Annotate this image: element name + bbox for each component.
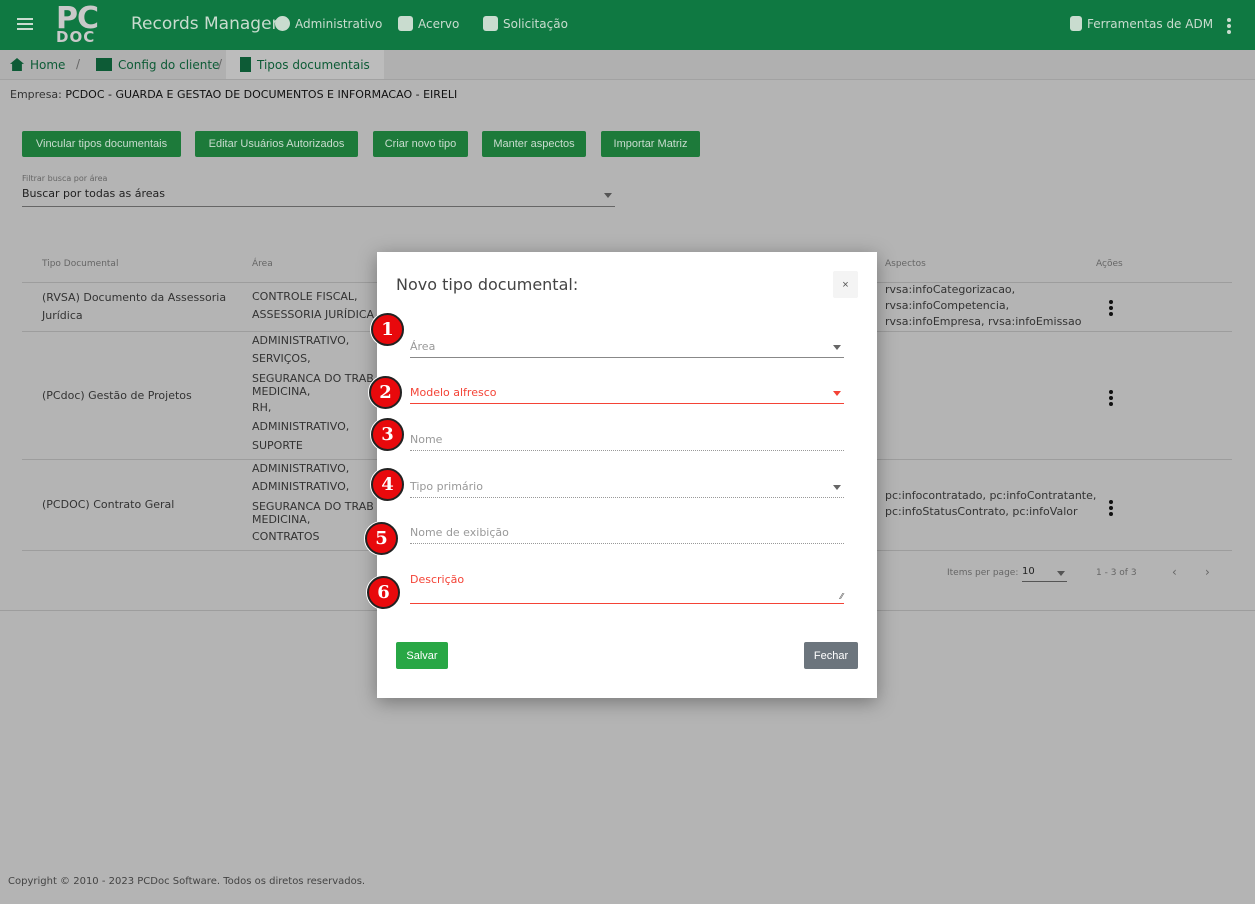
nome-input[interactable]: Nome — [410, 424, 844, 451]
app-title: Records Manager — [131, 14, 279, 34]
importar-matriz-button[interactable]: Importar Matriz — [601, 131, 700, 157]
row-actions-icon[interactable] — [1109, 300, 1113, 318]
resize-handle-icon[interactable]: ⁄⁄ — [840, 592, 843, 601]
row-actions-icon[interactable] — [1109, 390, 1113, 408]
top-bar: PC DOC Records Manager Administrativo Ace… — [0, 0, 1255, 50]
area-select[interactable]: Área — [410, 332, 844, 358]
folder-add-icon — [96, 58, 112, 71]
editar-usuarios-button[interactable]: Editar Usuários Autorizados — [195, 131, 358, 157]
close-button[interactable]: Fechar — [804, 642, 858, 669]
items-per-page-label: Items per page: — [947, 568, 1019, 578]
column-header-area[interactable]: Área — [252, 259, 273, 269]
dropdown-arrow-icon — [833, 345, 841, 350]
logo: PC DOC — [56, 1, 99, 46]
dropdown-arrow-icon — [833, 391, 841, 396]
new-document-type-dialog: Novo tipo documental: × Área Modelo alfr… — [377, 252, 877, 698]
nome-exibicao-input[interactable]: Nome de exibição — [410, 517, 844, 544]
step-badge-1: 1 — [371, 313, 404, 346]
breadcrumb-separator: / — [218, 57, 223, 71]
breadcrumb-separator: / — [76, 57, 81, 71]
dialog-title: Novo tipo documental: — [396, 275, 579, 294]
tipo-primario-select[interactable]: Tipo primário — [410, 470, 844, 498]
nav-solicitacao[interactable]: Solicitação — [483, 16, 568, 31]
next-page-icon[interactable]: › — [1205, 565, 1210, 579]
step-badge-2: 2 — [369, 376, 402, 409]
lock-icon — [1070, 16, 1082, 31]
empresa-info: Empresa: PCDOC - GUARDA E GESTAO DE DOCU… — [10, 88, 458, 101]
gear-icon — [275, 16, 290, 31]
more-vert-icon[interactable] — [1227, 18, 1231, 36]
previous-page-icon[interactable]: ‹ — [1172, 565, 1177, 579]
breadcrumb-config[interactable]: Config do cliente — [96, 50, 219, 79]
breadcrumb: Home / Config do cliente / Tipos documen… — [0, 50, 1255, 80]
menu-icon[interactable] — [17, 18, 33, 30]
cell-area: ADMINISTRATIVO, SERVIÇOS, SEGURANCA DO T… — [252, 334, 374, 452]
close-icon[interactable]: × — [833, 271, 858, 298]
save-button[interactable]: Salvar — [396, 642, 448, 669]
column-header-acoes: Ações — [1096, 259, 1123, 269]
breadcrumb-home[interactable]: Home — [10, 50, 65, 79]
breadcrumb-tipos[interactable]: Tipos documentais — [226, 50, 384, 79]
cell-aspectos: rvsa:infoCategorizacao, rvsa:infoCompete… — [885, 283, 1082, 328]
step-badge-6: 6 — [367, 576, 400, 609]
dropdown-arrow-icon — [1057, 571, 1065, 576]
cell-tipo: (PCdoc) Gestão de Projetos — [42, 389, 192, 402]
items-per-page-select[interactable]: 10 — [1022, 566, 1067, 582]
dropdown-arrow-icon — [604, 193, 612, 198]
home-icon — [10, 58, 24, 71]
cell-tipo: (RVSA) Documento da Assessoria Jurídica — [42, 291, 227, 322]
nav-admin-tools[interactable]: Ferramentas de ADM — [1070, 16, 1213, 31]
library-icon — [398, 16, 413, 31]
step-badge-4: 4 — [371, 468, 404, 501]
filter-label: Filtrar busca por área — [22, 174, 108, 183]
shopping-bag-icon — [483, 16, 498, 31]
modelo-alfresco-select[interactable]: Modelo alfresco — [410, 378, 844, 404]
cell-area: ADMINISTRATIVO, ADMINISTRATIVO, SEGURANC… — [252, 462, 374, 543]
dropdown-arrow-icon — [833, 485, 841, 490]
cell-area: CONTROLE FISCAL, ASSESSORIA JURÍDICA — [252, 290, 375, 321]
nav-administrativo[interactable]: Administrativo — [275, 16, 382, 31]
area-filter-select[interactable]: Buscar por todas as áreas — [22, 187, 615, 207]
step-badge-5: 5 — [365, 522, 398, 555]
descricao-textarea[interactable]: Descrição ⁄⁄ — [410, 568, 844, 604]
footer: Copyright © 2010 - 2023 PCDoc Software. … — [8, 876, 366, 887]
book-icon — [240, 57, 251, 72]
row-actions-icon[interactable] — [1109, 500, 1113, 518]
vincular-button[interactable]: Vincular tipos documentais — [22, 131, 181, 157]
manter-aspectos-button[interactable]: Manter aspectos — [482, 131, 586, 157]
pagination-range: 1 - 3 of 3 — [1096, 568, 1137, 578]
column-header-tipo[interactable]: Tipo Documental — [42, 259, 118, 269]
nav-acervo[interactable]: Acervo — [398, 16, 459, 31]
step-badge-3: 3 — [371, 418, 404, 451]
cell-aspectos: pc:infocontratado, pc:infoContratante, p… — [885, 489, 1097, 518]
cell-tipo: (PCDOC) Contrato Geral — [42, 498, 175, 511]
column-header-aspectos[interactable]: Aspectos — [885, 259, 926, 269]
criar-novo-tipo-button[interactable]: Criar novo tipo — [373, 131, 468, 157]
